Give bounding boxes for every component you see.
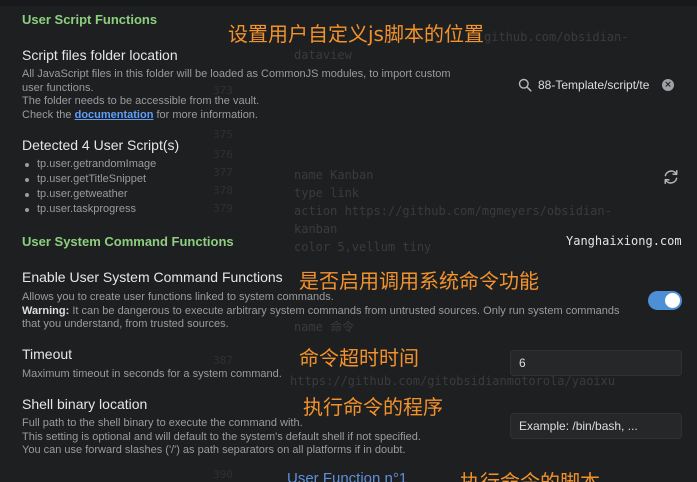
list-item: tp.user.getweather <box>24 187 156 202</box>
bg-line-number: 377 <box>213 166 233 179</box>
top-edge <box>0 0 697 6</box>
list-item: tp.user.getTitleSnippet <box>24 172 156 187</box>
refresh-icon <box>664 170 678 184</box>
watermark: Yanghaixiong.com <box>566 234 682 248</box>
annotation-timeout: 命令超时时间 <box>299 346 419 370</box>
setting-name-timeout: Timeout <box>22 346 73 362</box>
detected-scripts-list: tp.user.getrandomImage tp.user.getTitleS… <box>24 157 156 217</box>
setting-name-script-folder: Script files folder location <box>22 47 178 63</box>
desc-line: This setting is optional and will defaul… <box>22 430 421 443</box>
settings-panel: github.com/obsidian- dataview name Kanba… <box>0 0 697 482</box>
annotation-enable-system-cmd: 是否启用调用系统命令功能 <box>299 269 539 293</box>
desc-line: Full path to the shell binary to execute… <box>22 417 303 429</box>
desc-line: You can use forward slashes ('/') as pat… <box>22 444 406 456</box>
bg-code-line: color 5,vellum tiny <box>294 240 432 254</box>
section-title-user-system-command-functions: User System Command Functions <box>22 234 234 249</box>
bg-line-number: 376 <box>213 148 233 161</box>
setting-desc-enable-cmd: Allows you to create user functions link… <box>22 291 637 332</box>
script-folder-value[interactable]: 88-Template/script/te <box>538 78 656 92</box>
list-item: tp.user.getrandomImage <box>24 157 156 172</box>
documentation-link[interactable]: documentation <box>75 109 154 121</box>
bg-code-line: kanban <box>294 222 338 236</box>
setting-name-shell: Shell binary location <box>22 396 148 412</box>
user-function-heading: User Function n°1 <box>287 470 408 482</box>
bg-code-line: type link <box>294 186 360 200</box>
refresh-scripts-button[interactable] <box>660 166 682 188</box>
setting-name-enable-cmd: Enable User System Command Functions <box>22 269 283 285</box>
desc-line: The folder needs to be accessible from t… <box>22 95 260 107</box>
enable-cmd-toggle[interactable] <box>648 291 682 310</box>
desc-line: that you understand, from trusted source… <box>22 318 229 330</box>
warning-text: It can be dangerous to execute arbitrary… <box>72 304 620 317</box>
bg-code-line: name Kanban <box>294 168 374 182</box>
desc-line: Check the documentation for more informa… <box>22 109 492 123</box>
bg-line-number: 390 <box>213 468 233 481</box>
setting-desc-script-folder: All JavaScript files in this folder will… <box>22 68 492 122</box>
bg-line-number: 378 <box>213 184 233 197</box>
annotation-shell-binary: 执行命令的程序 <box>303 395 443 419</box>
setting-desc-timeout: Maximum timeout in seconds for a system … <box>22 368 282 380</box>
section-title-user-script-functions: User Script Functions <box>22 12 158 27</box>
list-item: tp.user.taskprogress <box>24 202 156 217</box>
timeout-input[interactable]: 6 <box>510 350 682 376</box>
warning-label: Warning: <box>22 304 70 317</box>
shell-binary-input[interactable]: Example: /bin/bash, ... <box>510 413 682 439</box>
desc-line: Allows you to create user functions link… <box>22 291 334 303</box>
bg-line-number: 387 <box>213 354 233 367</box>
bg-line-number: 379 <box>213 202 233 215</box>
search-icon <box>518 78 532 92</box>
bg-line-number: 375 <box>213 128 233 141</box>
detected-scripts-title: Detected 4 User Script(s) <box>22 137 180 153</box>
desc-line: All JavaScript files in this folder will… <box>22 68 451 80</box>
script-folder-search-input[interactable]: 88-Template/script/te × <box>512 73 684 97</box>
setting-desc-shell: Full path to the shell binary to execute… <box>22 417 502 458</box>
desc-check-prefix: Check the <box>22 108 72 121</box>
desc-check-suffix: for more information. <box>156 108 258 121</box>
annotation-folder-location: 设置用户自定义js脚本的位置 <box>228 22 484 46</box>
bg-code-line: action https://github.com/mgmeyers/obsid… <box>294 204 612 218</box>
annotation-user-function: 执行命令的脚本 <box>460 470 600 482</box>
toggle-knob <box>665 293 680 308</box>
clear-icon[interactable]: × <box>662 79 674 91</box>
desc-line: user functions. <box>22 81 94 94</box>
desc-line: Warning: It can be dangerous to execute … <box>22 305 637 319</box>
bg-code-line: github.com/obsidian- <box>484 30 629 44</box>
bg-code-line: dataview <box>294 48 352 62</box>
bg-code-line: https://github.com/gitobsidianmotorola/y… <box>290 374 616 388</box>
